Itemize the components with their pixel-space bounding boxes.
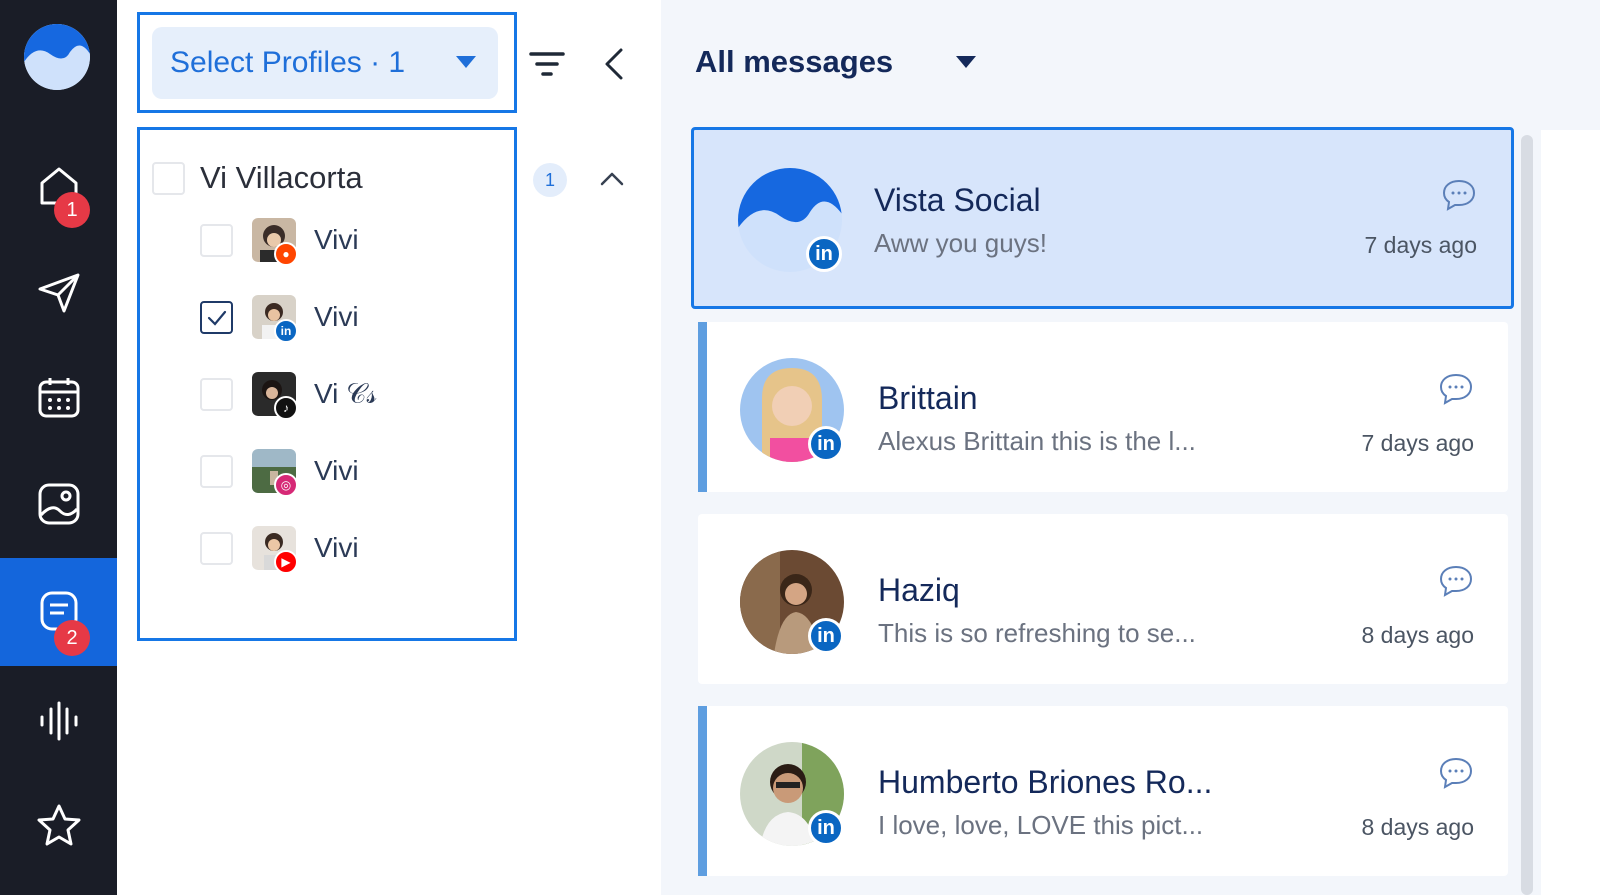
profile-item[interactable]: in Vivi (200, 295, 520, 345)
linkedin-icon: in (808, 426, 844, 462)
rail-publish[interactable] (0, 238, 117, 346)
message-item[interactable]: in Haziq This is so refreshing to se... … (698, 514, 1508, 684)
scrollbar[interactable] (1521, 135, 1533, 895)
profile-name: Vivi (314, 301, 359, 332)
profile-item[interactable]: ◎ Vivi (200, 449, 520, 499)
message-time: 7 days ago (1364, 232, 1477, 258)
rail-favorites[interactable] (0, 772, 117, 880)
messages-panel: All messages in Vista Social Aww you guy… (661, 0, 1600, 895)
reddit-icon: ● (274, 242, 298, 266)
comment-icon (1439, 565, 1473, 597)
select-profiles-dropdown[interactable]: Select Profiles · 1 (152, 27, 498, 99)
filter-icon[interactable] (527, 44, 567, 84)
comment-icon (1439, 373, 1473, 405)
comment-icon (1439, 757, 1473, 789)
group-checkbox[interactable] (152, 162, 185, 195)
caret-down-icon (456, 56, 476, 68)
rail-media[interactable] (0, 450, 117, 558)
message-sender: Humberto Briones Ro... (878, 764, 1213, 800)
profile-name: Vivi (314, 455, 359, 486)
message-preview: Alexus Brittain this is the l... (878, 426, 1196, 456)
profile-item[interactable]: ▶ Vivi (200, 526, 520, 576)
message-item[interactable]: in Vista Social Aww you guys! 7 days ago (691, 127, 1514, 309)
message-sender: Haziq (878, 572, 960, 608)
select-profiles-frame: Select Profiles · 1 (137, 12, 517, 113)
rail-home[interactable]: 1 (0, 132, 117, 240)
profile-name: Vivi (314, 224, 359, 255)
message-time: 8 days ago (1361, 622, 1474, 648)
collapse-panel-icon[interactable] (595, 44, 635, 84)
tiktok-icon: ♪ (274, 396, 298, 420)
rail-listening[interactable] (0, 666, 117, 774)
linkedin-icon: in (274, 319, 298, 343)
linkedin-icon: in (806, 236, 842, 272)
message-sender: Brittain (878, 380, 978, 416)
message-time: 7 days ago (1361, 430, 1474, 456)
comment-icon (1442, 179, 1476, 211)
group-count-badge: 1 (533, 163, 567, 197)
conversation-panel-edge (1541, 130, 1600, 895)
message-time: 8 days ago (1361, 814, 1474, 840)
rail-inbox[interactable]: 2 (0, 558, 117, 666)
message-preview: I love, love, LOVE this pict... (878, 810, 1204, 840)
linkedin-icon: in (808, 810, 844, 846)
profile-name: Vivi (314, 532, 359, 563)
linkedin-icon: in (808, 618, 844, 654)
chevron-up-icon[interactable] (597, 164, 627, 194)
star-icon (37, 804, 80, 846)
youtube-icon: ▶ (274, 550, 298, 574)
unread-accent (698, 706, 707, 876)
media-icon (38, 483, 79, 525)
unread-accent (698, 322, 707, 492)
calendar-icon (38, 378, 79, 418)
select-profiles-label: Select Profiles · 1 (170, 46, 406, 79)
message-preview: Aww you guys! (874, 228, 1047, 258)
instagram-icon: ◎ (274, 473, 298, 497)
message-sender: Vista Social (874, 182, 1041, 218)
profile-name: Vi 𝒞𝓈 (314, 378, 377, 409)
message-preview: This is so refreshing to se... (878, 618, 1196, 648)
vista-social-logo[interactable] (24, 24, 90, 90)
nav-rail: 1 2 (0, 0, 117, 895)
send-icon (38, 273, 79, 313)
profile-list-frame: Vi Villacorta 1 ● Vivi in Vivi ♪ Vi 𝒞𝓈 ◎… (137, 127, 624, 641)
message-item[interactable]: in Humberto Briones Ro... I love, love, … (698, 706, 1508, 876)
messages-filter-label[interactable]: All messages (695, 44, 893, 80)
profile-item[interactable]: ♪ Vi 𝒞𝓈 (200, 372, 520, 422)
profile-checkbox[interactable] (200, 224, 233, 257)
check-icon (207, 310, 227, 326)
home-badge: 1 (54, 192, 90, 228)
logo-mountain-icon (24, 24, 90, 90)
inbox-badge: 2 (54, 620, 90, 656)
listening-icon (40, 701, 77, 741)
profile-group-row[interactable]: Vi Villacorta 1 (152, 160, 632, 200)
profile-checkbox[interactable] (200, 532, 233, 565)
rail-calendar[interactable] (0, 344, 117, 452)
group-name: Vi Villacorta (200, 160, 363, 195)
message-item[interactable]: in Brittain Alexus Brittain this is the … (698, 322, 1508, 492)
profile-panel: Select Profiles · 1 Vi Villacorta 1 ● Vi… (117, 0, 661, 895)
profile-checkbox[interactable] (200, 455, 233, 488)
profile-checkbox[interactable] (200, 301, 233, 334)
profile-item[interactable]: ● Vivi (200, 218, 520, 268)
caret-down-icon[interactable] (956, 56, 976, 68)
profile-checkbox[interactable] (200, 378, 233, 411)
